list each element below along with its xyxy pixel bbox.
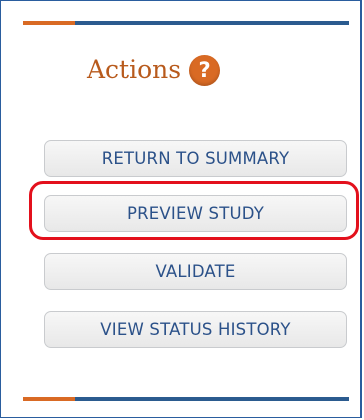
bottom-divider-accent xyxy=(23,397,75,401)
actions-heading: Actions xyxy=(87,55,182,84)
bottom-divider xyxy=(23,397,349,401)
actions-header: Actions ? xyxy=(87,53,221,87)
top-divider xyxy=(23,21,349,25)
help-icon[interactable]: ? xyxy=(189,54,221,86)
validate-button[interactable]: VALIDATE xyxy=(44,253,347,290)
actions-panel: Actions ? RETURN TO SUMMARY PREVIEW STUD… xyxy=(0,0,362,418)
view-status-history-button[interactable]: VIEW STATUS HISTORY xyxy=(44,311,347,348)
preview-study-button[interactable]: PREVIEW STUDY xyxy=(44,195,347,232)
top-divider-accent xyxy=(23,21,75,25)
return-to-summary-button[interactable]: RETURN TO SUMMARY xyxy=(44,140,347,177)
